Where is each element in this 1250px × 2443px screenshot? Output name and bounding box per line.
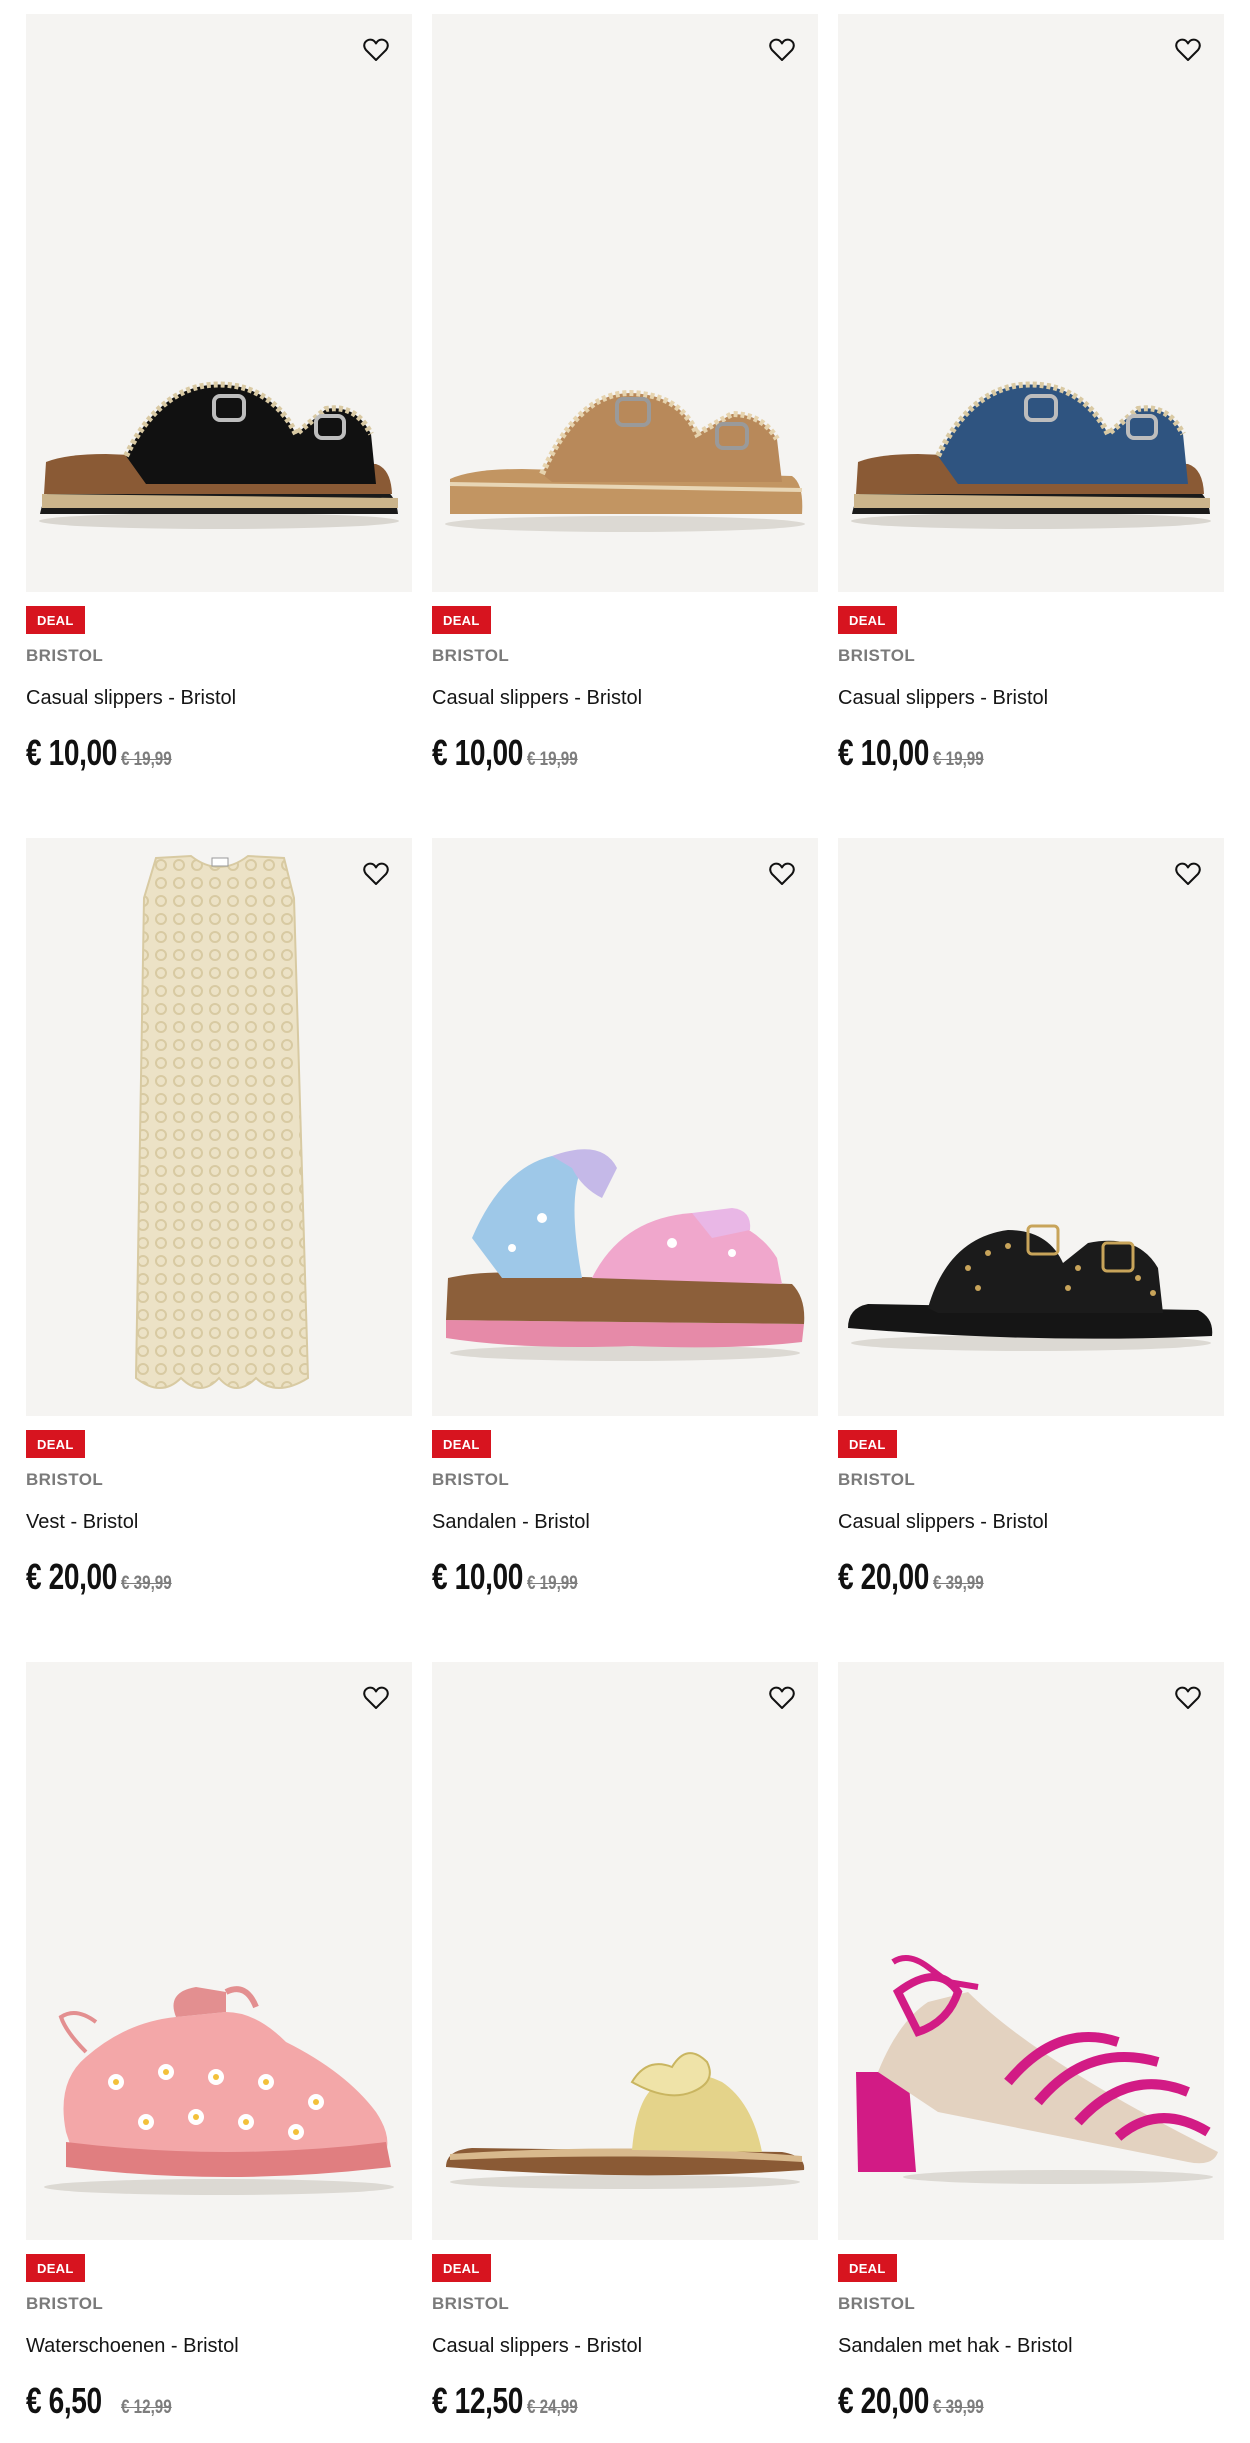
original-price: € 19,99 — [527, 1573, 578, 1594]
product-grid: DEAL BRISTOL Casual slippers - Bristol €… — [0, 0, 1250, 2443]
price-row: € 20,00 € 39,99 — [838, 1556, 1224, 1598]
product-title[interactable]: Casual slippers - Bristol — [432, 2334, 818, 2358]
product-title[interactable]: Vest - Bristol — [26, 1510, 412, 1534]
product-brand: BRISTOL — [26, 2294, 104, 2313]
product-image-sandal-glitter — [446, 1149, 805, 1361]
product-image[interactable] — [432, 838, 818, 1416]
heart-outline-icon[interactable] — [768, 36, 796, 64]
product-image-slipper-studded — [848, 1224, 1213, 1351]
product-image-heel-pink — [856, 1955, 1218, 2184]
price-row: € 20,00 € 39,99 — [26, 1556, 412, 1598]
product-image-water-shoe — [44, 1986, 394, 2195]
deal-badge: DEAL — [838, 606, 897, 634]
original-price: € 39,99 — [121, 1573, 172, 1594]
original-price: € 19,99 — [121, 749, 172, 770]
price-row: € 6,50 € 12,99 — [26, 2380, 412, 2422]
original-price: € 39,99 — [933, 1573, 984, 1594]
product-image-slipper-black — [39, 381, 399, 529]
product-card[interactable]: DEAL BRISTOL Casual slippers - Bristol €… — [838, 14, 1224, 774]
product-title[interactable]: Waterschoenen - Bristol — [26, 2334, 412, 2358]
original-price: € 19,99 — [527, 749, 578, 770]
product-image-slipper-gold — [446, 2052, 805, 2189]
product-title[interactable]: Sandalen - Bristol — [432, 1510, 818, 1534]
product-image[interactable] — [26, 838, 412, 1416]
current-price: € 20,00 — [838, 1556, 929, 1597]
product-image[interactable] — [838, 1662, 1224, 2240]
deal-badge: DEAL — [432, 1430, 491, 1458]
product-title[interactable]: Casual slippers - Bristol — [838, 1510, 1224, 1534]
current-price: € 20,00 — [838, 2380, 929, 2421]
product-card[interactable]: DEAL BRISTOL Vest - Bristol € 20,00 € 39… — [26, 838, 412, 1598]
heart-outline-icon[interactable] — [1174, 860, 1202, 888]
current-price: € 12,50 — [432, 2380, 523, 2421]
heart-outline-icon[interactable] — [768, 860, 796, 888]
deal-badge: DEAL — [432, 606, 491, 634]
product-brand: BRISTOL — [838, 646, 916, 665]
product-title[interactable]: Casual slippers - Bristol — [838, 686, 1224, 710]
heart-outline-icon[interactable] — [1174, 1684, 1202, 1712]
current-price: € 10,00 — [432, 1556, 523, 1597]
product-image-slipper-denim — [851, 381, 1211, 529]
product-title[interactable]: Casual slippers - Bristol — [26, 686, 412, 710]
product-card[interactable]: DEAL BRISTOL Casual slippers - Bristol €… — [432, 1662, 818, 2422]
heart-outline-icon[interactable] — [362, 860, 390, 888]
product-title[interactable]: Sandalen met hak - Bristol — [838, 2334, 1224, 2358]
current-price: € 10,00 — [432, 732, 523, 773]
product-image[interactable] — [838, 14, 1224, 592]
product-brand: BRISTOL — [838, 2294, 916, 2313]
product-image[interactable] — [838, 838, 1224, 1416]
heart-outline-icon[interactable] — [768, 1684, 796, 1712]
product-image-slipper-tan — [445, 390, 805, 532]
current-price: € 6,50 — [26, 2380, 102, 2421]
product-brand: BRISTOL — [838, 1470, 916, 1489]
price-row: € 10,00 € 19,99 — [838, 732, 1224, 774]
deal-badge: DEAL — [838, 1430, 897, 1458]
product-image[interactable] — [432, 1662, 818, 2240]
heart-outline-icon[interactable] — [1174, 36, 1202, 64]
product-image[interactable] — [26, 14, 412, 592]
heart-outline-icon[interactable] — [362, 1684, 390, 1712]
product-image-vest — [134, 854, 310, 1389]
current-price: € 20,00 — [26, 1556, 117, 1597]
product-card[interactable]: DEAL BRISTOL Casual slippers - Bristol €… — [26, 14, 412, 774]
product-card[interactable]: DEAL BRISTOL Sandalen - Bristol € 10,00 … — [432, 838, 818, 1598]
price-row: € 20,00 € 39,99 — [838, 2380, 1224, 2422]
original-price: € 24,99 — [527, 2397, 578, 2418]
product-title[interactable]: Casual slippers - Bristol — [432, 686, 818, 710]
price-row: € 10,00 € 19,99 — [432, 732, 818, 774]
product-image[interactable] — [432, 14, 818, 592]
heart-outline-icon[interactable] — [362, 36, 390, 64]
original-price: € 19,99 — [933, 749, 984, 770]
current-price: € 10,00 — [838, 732, 929, 773]
product-brand: BRISTOL — [432, 646, 510, 665]
deal-badge: DEAL — [432, 2254, 491, 2282]
product-brand: BRISTOL — [432, 1470, 510, 1489]
price-row: € 10,00 € 19,99 — [432, 1556, 818, 1598]
product-card[interactable]: DEAL BRISTOL Waterschoenen - Bristol € 6… — [26, 1662, 412, 2422]
deal-badge: DEAL — [26, 1430, 85, 1458]
current-price: € 10,00 — [26, 732, 117, 773]
product-brand: BRISTOL — [26, 646, 104, 665]
price-row: € 12,50 € 24,99 — [432, 2380, 818, 2422]
product-card[interactable]: DEAL BRISTOL Sandalen met hak - Bristol … — [838, 1662, 1224, 2422]
deal-badge: DEAL — [26, 606, 85, 634]
price-row: € 10,00 € 19,99 — [26, 732, 412, 774]
product-card[interactable]: DEAL BRISTOL Casual slippers - Bristol €… — [432, 14, 818, 774]
product-brand: BRISTOL — [26, 1470, 104, 1489]
original-price: € 39,99 — [933, 2397, 984, 2418]
deal-badge: DEAL — [838, 2254, 897, 2282]
product-card[interactable]: DEAL BRISTOL Casual slippers - Bristol €… — [838, 838, 1224, 1598]
product-brand: BRISTOL — [432, 2294, 510, 2313]
original-price: € 12,99 — [121, 2397, 172, 2418]
product-image[interactable] — [26, 1662, 412, 2240]
deal-badge: DEAL — [26, 2254, 85, 2282]
